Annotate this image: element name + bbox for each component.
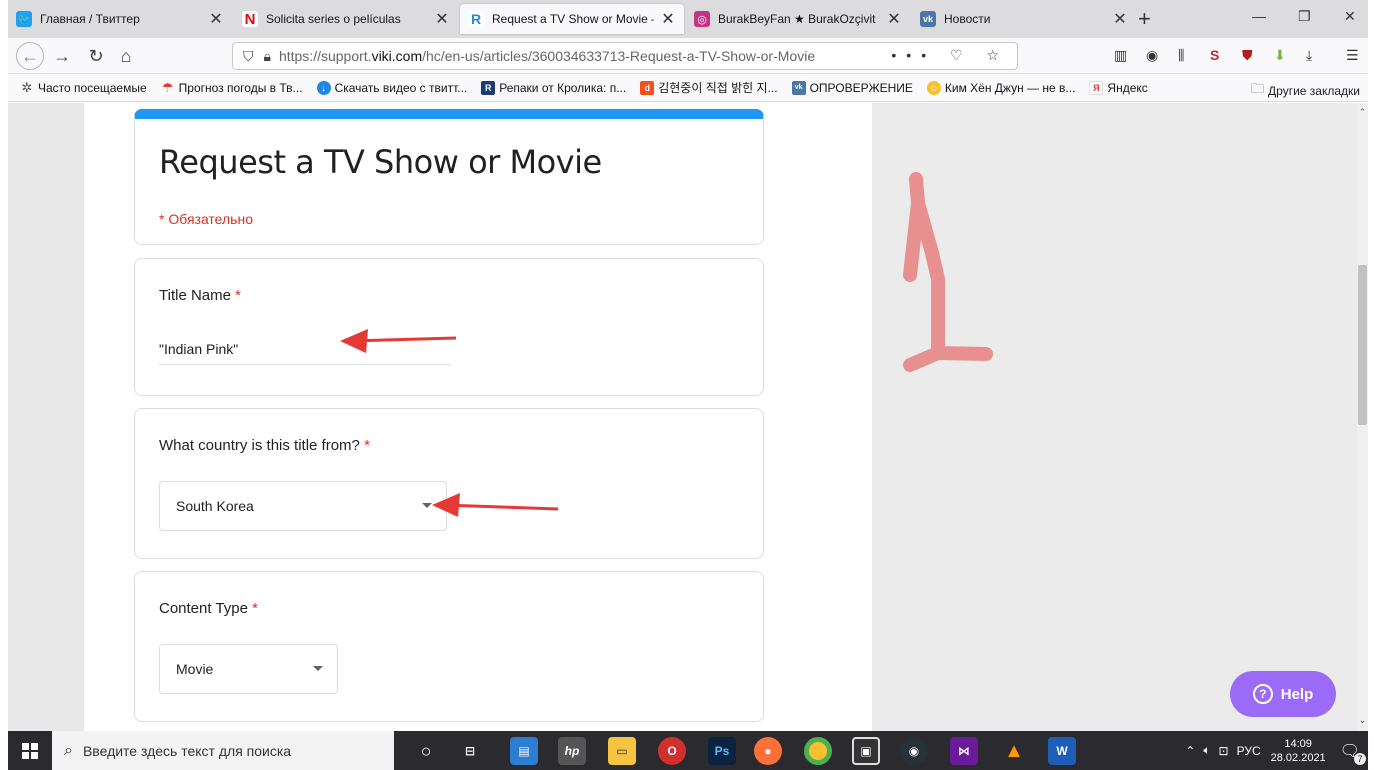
tab-netflix[interactable]: N Solicita series o películas ✕ (234, 4, 458, 34)
vk-icon: vk (791, 80, 806, 95)
vk-icon: vk (920, 11, 936, 27)
d-icon: d (640, 80, 655, 95)
twitter-icon: 🐦 (16, 11, 32, 27)
clock[interactable]: 14:09 28.02.2021 (1271, 737, 1326, 765)
tab-vk-news[interactable]: vk Новости ✕ (912, 4, 1136, 34)
forward-button[interactable]: → (50, 44, 74, 68)
bookmark-item[interactable]: ☺ Ким Хён Джун — не в... (926, 80, 1075, 95)
addon-s-icon[interactable]: S (1210, 47, 1219, 63)
page-actions[interactable]: ••• ♡ ☆ (891, 47, 1009, 64)
close-icon[interactable]: ✕ (886, 9, 902, 29)
help-button[interactable]: ? Help (1230, 671, 1336, 717)
close-icon[interactable]: ✕ (434, 9, 450, 29)
annotation-layer (340, 172, 993, 517)
shield-icon[interactable]: ⛉ (243, 48, 254, 65)
windows-taskbar: ⌕ Введите здесь текст для поиска ○ ⊟ ▤ h… (8, 731, 1368, 770)
yandex-icon: Я (1089, 80, 1104, 95)
navigation-bar: ← → ↻ ⌂ ⛉ 🔒︎ https://support.viki.com/hc… (8, 38, 1368, 74)
tab-twitter[interactable]: 🐦 Главная / Твиттер ✕ (8, 4, 232, 34)
opera-icon[interactable]: O (658, 737, 686, 765)
network-icon[interactable]: ⊡ (1219, 744, 1229, 758)
chevron-up-icon[interactable]: ⌃ (1185, 744, 1195, 758)
bookmark-item[interactable]: d 김현중이 직접 밝힌 지... (640, 79, 778, 96)
bookmark-item[interactable]: R Репаки от Кролика: п... (481, 80, 626, 95)
system-tray: ⌃ 🔈︎ ⊡ РУС 14:09 28.02.2021 🗨︎ 7 (1185, 731, 1366, 770)
scroll-down-icon[interactable]: ⌄ (1357, 715, 1368, 726)
close-icon[interactable]: ✕ (1112, 9, 1128, 29)
arrow-annotation (432, 493, 559, 517)
bookmark-item[interactable]: ☂ Прогноз погоды в Тв... (161, 79, 303, 95)
bookmark-item[interactable]: vk ОПРОВЕРЖЕНИЕ (791, 80, 913, 95)
folder-icon: 🗀 (1251, 81, 1265, 96)
notifications-icon[interactable]: 🗨︎ 7 (1340, 741, 1366, 765)
restore-icon[interactable]: ❐ (1298, 8, 1311, 25)
language-indicator[interactable]: РУС (1237, 744, 1261, 758)
url-text: https://support.viki.com/hc/en-us/articl… (278, 48, 816, 64)
lock-icon[interactable]: 🔒︎ (264, 48, 271, 65)
question-icon: ? (1252, 684, 1273, 704)
home-button[interactable]: ⌂ (114, 44, 138, 68)
scrollbar[interactable]: ⌃ ⌄ (1357, 103, 1368, 731)
handwritten-drawing (903, 172, 993, 372)
app-icon[interactable]: ◉ (900, 737, 928, 765)
store-icon[interactable]: ▤ (510, 737, 538, 765)
vlc-icon[interactable]: ▲ (1000, 737, 1028, 765)
sidebar-icon[interactable]: ▥ (1114, 47, 1127, 64)
addon-download-icon[interactable]: ⬇ (1274, 47, 1286, 64)
bookmark-item[interactable]: ✲ Часто посещаемые (20, 79, 147, 95)
instagram-icon: ◎ (694, 11, 710, 27)
word-icon[interactable]: W (1048, 737, 1076, 765)
chrome-icon[interactable] (804, 737, 832, 765)
umbrella-icon: ☂ (161, 79, 174, 95)
new-tab-button[interactable]: + (1138, 6, 1151, 32)
close-icon[interactable]: ✕ (660, 9, 676, 29)
ublock-icon[interactable]: ⛊ (1242, 47, 1253, 64)
notification-count: 7 (1354, 752, 1366, 765)
visual-studio-icon[interactable]: ⋈ (950, 737, 978, 765)
browser-window: 🐦 Главная / Твиттер ✕ N Solicita series … (8, 0, 1368, 770)
windows-start-button[interactable] (8, 731, 52, 770)
scroll-thumb[interactable] (1358, 265, 1367, 425)
arrow-annotation (340, 329, 457, 353)
tab-instagram[interactable]: ◎ BurakBeyFan ★ BurakOzçivit ★ ✕ (686, 4, 910, 34)
back-button[interactable]: ← (16, 42, 44, 70)
scroll-up-icon[interactable]: ⌃ (1357, 107, 1368, 118)
netflix-icon: N (242, 11, 258, 28)
search-icon: ⌕ (64, 741, 73, 759)
viki-icon: R (468, 11, 484, 27)
hp-icon[interactable]: hp (558, 737, 586, 765)
bookmark-item[interactable]: ↓ Скачать видео с твитт... (316, 80, 467, 95)
bookmark-item[interactable]: Я Яндекс (1089, 80, 1148, 95)
cortana-icon[interactable]: ⊟ (456, 737, 484, 765)
media-icon[interactable]: ▣ (852, 737, 880, 765)
account-icon[interactable]: ◉ (1146, 47, 1158, 64)
gear-icon: ✲ (21, 79, 33, 95)
reload-button[interactable]: ↻ (84, 44, 108, 68)
taskbar-search[interactable]: ⌕ Введите здесь текст для поиска (52, 731, 394, 770)
minimize-icon[interactable]: — (1252, 8, 1266, 24)
task-view-icon[interactable]: ○ (412, 737, 440, 765)
volume-icon[interactable]: 🔈︎ (1203, 743, 1210, 758)
file-explorer-icon[interactable]: ▭ (608, 737, 636, 765)
download-icon: ↓ (316, 80, 331, 95)
close-icon[interactable]: ✕ (208, 9, 224, 29)
menu-icon[interactable]: ☰ (1346, 47, 1359, 64)
page-content: Request a TV Show or Movie * Обязательно… (8, 103, 1368, 731)
smiley-icon: ☺ (926, 80, 941, 95)
firefox-icon[interactable]: ● (754, 737, 782, 765)
rabbit-icon: R (481, 80, 496, 95)
library-icon[interactable]: ⫼ (1178, 47, 1184, 64)
bookmarks-bar: ✲ Часто посещаемые ☂ Прогноз погоды в Тв..… (8, 74, 1368, 102)
photoshop-icon[interactable]: Ps (708, 737, 736, 765)
windows-icon (22, 742, 38, 759)
tab-viki-request[interactable]: R Request a TV Show or Movie – Vi ✕ (460, 4, 684, 34)
tab-bar: 🐦 Главная / Твиттер ✕ N Solicita series … (8, 0, 1368, 38)
downloads-icon[interactable]: ⤓ (1306, 47, 1312, 64)
other-bookmarks[interactable]: 🗀 Другие закладки (1251, 80, 1360, 102)
url-bar[interactable]: ⛉ 🔒︎ https://support.viki.com/hc/en-us/a… (232, 42, 1018, 70)
close-window-icon[interactable]: ✕ (1344, 8, 1356, 25)
